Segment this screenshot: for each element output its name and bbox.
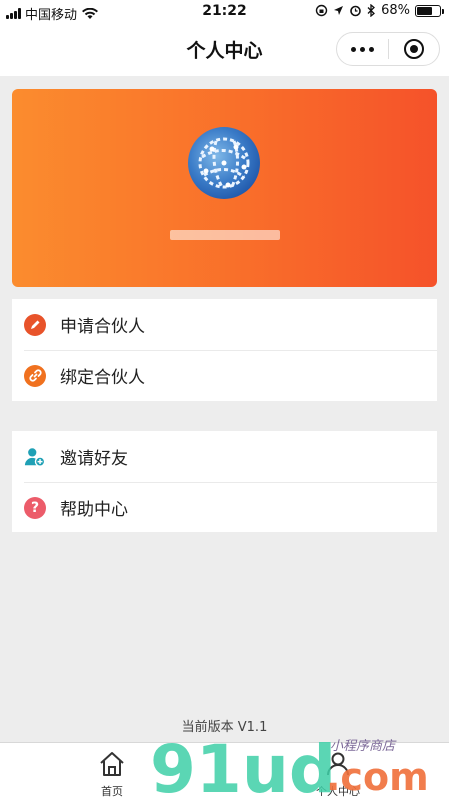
location-icon: [334, 6, 344, 15]
help-icon: ?: [24, 496, 46, 519]
home-icon: [100, 752, 124, 776]
partner-menu: 申请合伙人 绑定合伙人: [12, 299, 437, 401]
bind-partner-item[interactable]: 绑定合伙人: [12, 350, 437, 401]
nickname-placeholder: [170, 230, 280, 240]
bluetooth-icon: [367, 4, 376, 17]
invite-friend-item[interactable]: 邀请好友: [12, 431, 437, 482]
pen-icon: [24, 313, 46, 336]
navigation-bar: 个人中心: [0, 24, 449, 76]
invite-friend-label: 邀请好友: [60, 449, 128, 469]
version-text: 当前版本 V1.1: [181, 720, 268, 735]
tab-home-label: 首页: [101, 785, 123, 798]
tab-home[interactable]: 首页: [82, 751, 142, 799]
target-close-icon[interactable]: [389, 39, 439, 59]
help-center-item[interactable]: ? 帮助中心: [12, 482, 437, 533]
avatar[interactable]: [188, 127, 260, 199]
help-center-label: 帮助中心: [60, 500, 128, 520]
user-icon: [327, 752, 349, 776]
tab-bar: 首页 个人中心: [0, 742, 449, 800]
tab-profile-label: 个人中心: [316, 785, 360, 798]
add-user-icon: [24, 446, 46, 468]
apply-partner-item[interactable]: 申请合伙人: [12, 299, 437, 350]
tab-profile[interactable]: 个人中心: [308, 751, 368, 799]
orientation-lock-icon: [315, 4, 328, 17]
bind-partner-label: 绑定合伙人: [60, 368, 145, 388]
apply-partner-label: 申请合伙人: [60, 317, 145, 337]
status-right: 68%: [315, 3, 444, 18]
battery-icon: [415, 4, 444, 17]
general-menu: 邀请好友 ? 帮助中心: [12, 431, 437, 532]
avatar-globe-icon: [198, 137, 250, 189]
link-icon: [24, 364, 46, 387]
profile-banner: [12, 89, 437, 287]
mini-program-capsule: [336, 32, 440, 66]
status-bar: 中国移动 21:22 68%: [0, 0, 449, 24]
more-dots-icon[interactable]: [337, 46, 388, 52]
alarm-icon: [350, 5, 361, 17]
battery-percent: 68%: [381, 3, 410, 18]
